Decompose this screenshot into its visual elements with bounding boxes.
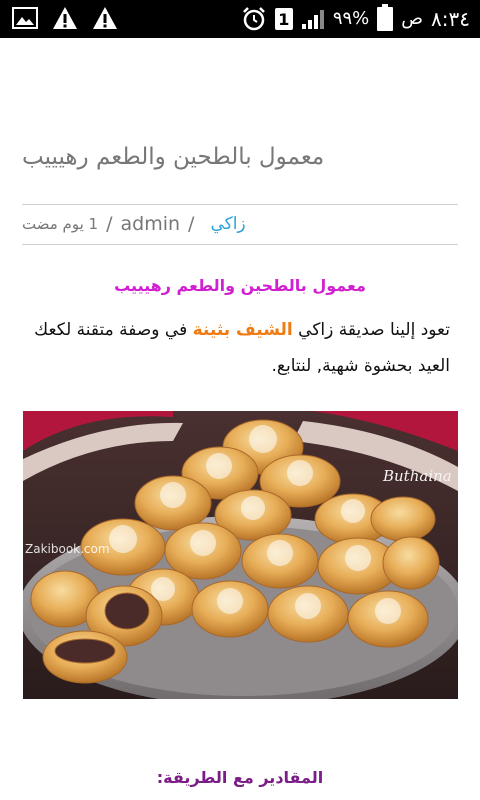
- recipe-photo[interactable]: Zakibook.com Buthaina: [23, 411, 458, 699]
- clock-time: ٨:٣٤: [431, 7, 470, 31]
- meta-separator: /: [188, 213, 195, 235]
- battery-icon: [377, 4, 394, 31]
- post-meta: 1 يوم مضت / admin / زاكي: [22, 210, 246, 238]
- post-time: 1 يوم مضت: [22, 215, 99, 233]
- am-pm-indicator: ص: [401, 8, 424, 29]
- sim-slot-indicator: 1: [274, 8, 293, 30]
- post-author-link[interactable]: admin: [120, 213, 180, 235]
- ingredients-heading: المقادير مع الطريقة:: [156, 768, 324, 787]
- image-watermark-site: Zakibook.com: [25, 542, 110, 556]
- article-title-container: معمول بالطحين والطعم رهيييب: [22, 140, 458, 180]
- divider: [22, 244, 458, 245]
- intro-text-start: تعود إلينا صديقة زاكي: [292, 320, 450, 340]
- warning-icon: [52, 6, 78, 30]
- battery-percentage: ٩٩%: [332, 8, 370, 29]
- article-intro: تعود إلينا صديقة زاكي الشيف بثينة في وصف…: [22, 312, 450, 384]
- status-bar: 1 ٩٩% ص ٨:٣٤: [0, 0, 480, 38]
- image-icon: [12, 7, 38, 29]
- article-subtitle: معمول بالطحين والطعم رهيييب: [114, 276, 366, 295]
- alarm-clock-icon: [241, 6, 267, 32]
- chef-name-highlight: الشيف بثينة: [192, 320, 293, 340]
- article-title: معمول بالطحين والطعم رهيييب: [22, 144, 325, 170]
- image-watermark-author: Buthaina: [383, 467, 452, 485]
- divider: [22, 204, 458, 205]
- warning-icon: [92, 6, 118, 30]
- post-category-link[interactable]: زاكي: [210, 214, 245, 234]
- signal-strength-icon: [301, 8, 325, 30]
- meta-separator: /: [106, 213, 113, 235]
